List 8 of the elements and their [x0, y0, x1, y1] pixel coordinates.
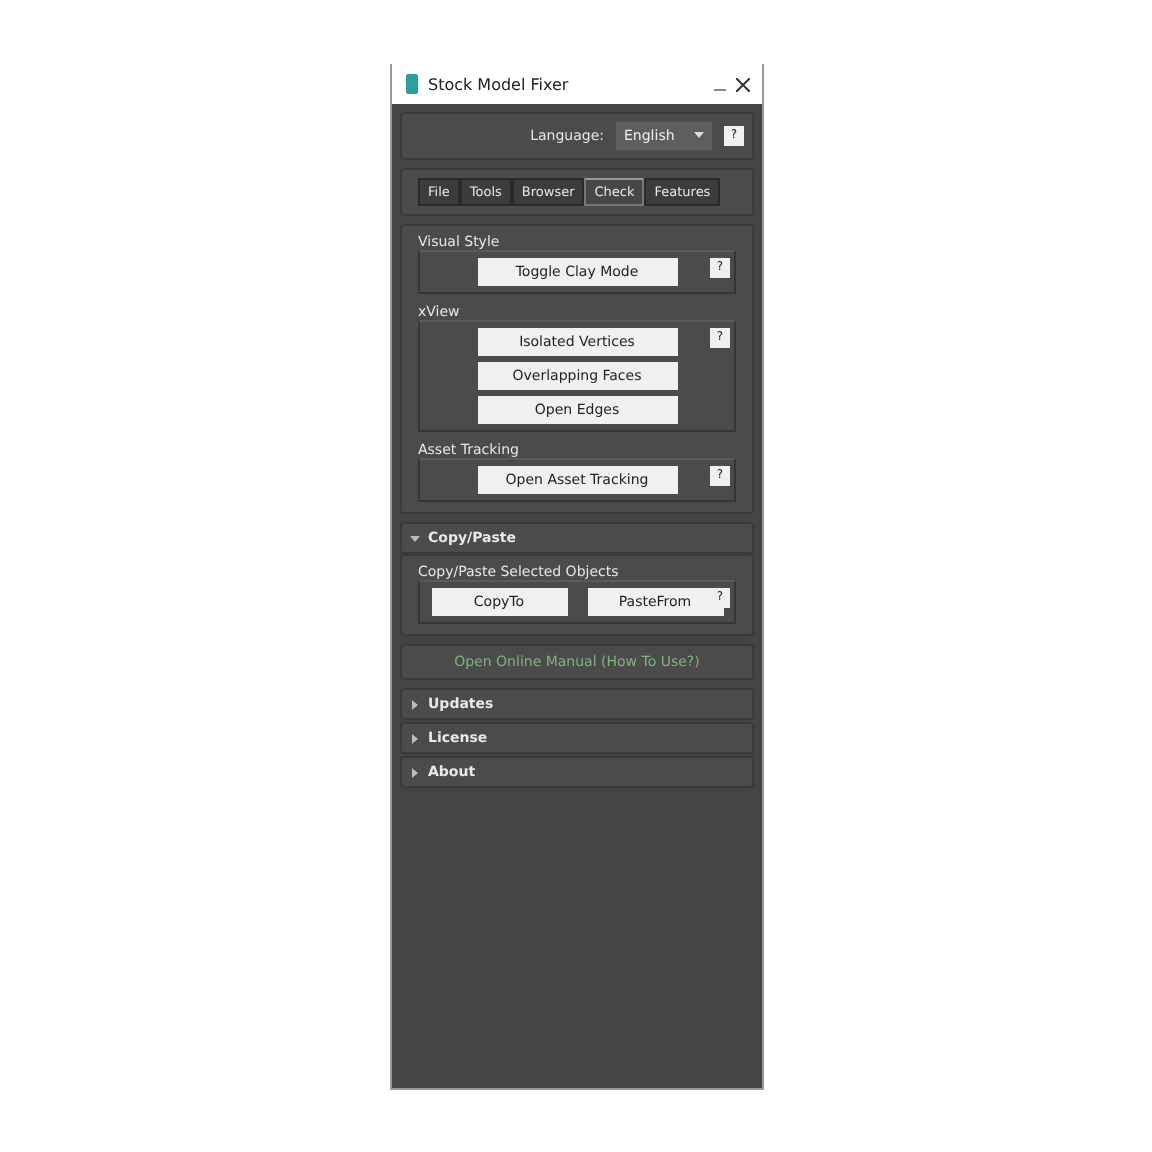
collapsed-arrow-icon	[410, 733, 420, 743]
close-icon[interactable]	[736, 77, 750, 91]
collapsed-arrow-icon	[410, 699, 420, 709]
window-title: Stock Model Fixer	[428, 75, 571, 93]
expanded-arrow-icon	[410, 533, 420, 543]
app-icon	[404, 74, 420, 94]
dropdown-arrow-icon	[694, 132, 704, 140]
collapsed-arrow-icon	[410, 767, 420, 777]
